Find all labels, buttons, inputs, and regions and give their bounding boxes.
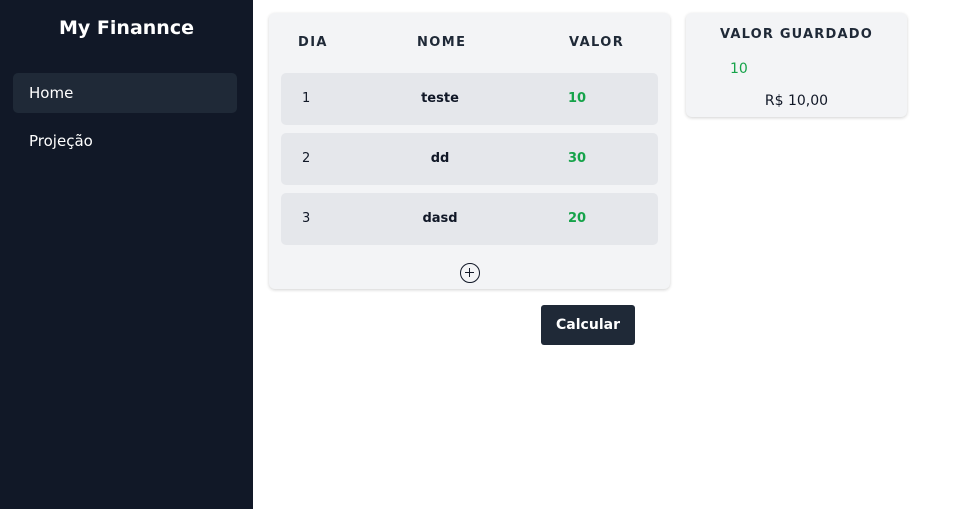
- calculate-button[interactable]: Calcular: [541, 305, 635, 345]
- cell-dia: 2: [302, 151, 311, 166]
- cell-nome: dasd: [422, 211, 458, 226]
- sidebar: My Finannce Home Projeção: [0, 0, 253, 509]
- table-row[interactable]: 1 teste 10: [281, 73, 658, 125]
- cell-dia: 3: [302, 211, 311, 226]
- saved-amount: 10: [730, 61, 748, 77]
- cell-nome: teste: [421, 91, 459, 106]
- table-row[interactable]: 2 dd 30: [281, 133, 658, 185]
- cell-valor: 10: [568, 91, 587, 106]
- column-header-valor: VALOR: [569, 35, 625, 50]
- cell-dia: 1: [302, 91, 311, 106]
- saved-amount-formatted: R$ 10,00: [764, 93, 829, 109]
- cell-valor: 30: [568, 151, 587, 166]
- sidebar-item-home[interactable]: Home: [13, 73, 237, 113]
- saved-value-card: VALOR GUARDADO 10 R$ 10,00: [686, 13, 907, 117]
- app-title: My Finannce: [59, 17, 194, 39]
- entries-table-card: DIA NOME VALOR 1 teste 10 2 dd 30 3 dasd…: [269, 13, 670, 289]
- column-header-dia: DIA: [298, 35, 328, 50]
- plus-circle-icon[interactable]: [460, 263, 480, 283]
- cell-nome: dd: [430, 151, 450, 166]
- table-row[interactable]: 3 dasd 20: [281, 193, 658, 245]
- column-header-nome: NOME: [417, 35, 467, 50]
- saved-card-title: VALOR GUARDADO: [719, 27, 874, 42]
- cell-valor: 20: [568, 211, 587, 226]
- sidebar-item-projecao[interactable]: Projeção: [13, 121, 237, 161]
